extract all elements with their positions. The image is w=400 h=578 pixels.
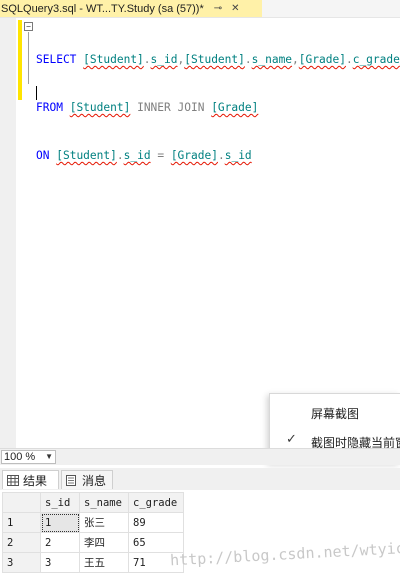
sql-identifier: s_id	[224, 149, 252, 162]
row-number[interactable]: 2	[2, 532, 41, 553]
fold-guide-line	[28, 32, 29, 84]
column-header[interactable]: c_grade	[128, 492, 184, 513]
document-tab-title: SQLQuery3.sql - WT...TY.Study (sa (57))*	[1, 2, 204, 15]
sql-operator: ,	[292, 53, 299, 66]
sql-identifier: [Student]	[83, 53, 144, 66]
sql-operator: .	[217, 149, 225, 162]
code-line-2: FROM [Student] INNER JOIN [Grade]	[36, 100, 400, 116]
zoom-bar: 100 % ▼	[0, 448, 400, 465]
sql-keyword: FROM	[36, 101, 63, 114]
grid-cell[interactable]: 3	[40, 552, 80, 573]
tab-messages-label: 消息	[82, 473, 107, 488]
sql-identifier: s_id	[123, 149, 151, 162]
toast-title: 屏幕截图	[311, 407, 360, 421]
change-indicator-bar	[18, 20, 22, 100]
message-icon	[66, 474, 78, 486]
sql-identifier: [Student]	[184, 53, 245, 66]
column-header[interactable]: s_id	[40, 492, 80, 513]
results-grid[interactable]: s_id s_name c_grade 1 1 张三 89 2 2 李四 65 …	[2, 492, 184, 573]
document-tab-bar: SQLQuery3.sql - WT...TY.Study (sa (57))*…	[0, 0, 400, 18]
tab-messages[interactable]: 消息	[61, 470, 113, 489]
grid-corner[interactable]	[2, 492, 41, 513]
table-row: 2 2 李四 65	[2, 532, 184, 553]
code-line-3: ON [Student].s_id = [Grade].s_id	[36, 148, 400, 164]
column-header[interactable]: s_name	[79, 492, 129, 513]
sql-keyword: SELECT	[36, 53, 77, 66]
checkmark-icon: ✓	[286, 432, 297, 447]
text-cursor	[36, 86, 37, 100]
tab-results-label: 结果	[23, 473, 48, 488]
sql-operator: =	[157, 149, 165, 162]
document-tab[interactable]: SQLQuery3.sql - WT...TY.Study (sa (57))*…	[0, 0, 262, 17]
sql-editor[interactable]: − SELECT [Student].s_id,[Student].s_name…	[0, 18, 400, 448]
grid-cell[interactable]: 1	[40, 512, 80, 533]
grid-cell[interactable]: 王五	[79, 552, 129, 573]
zoom-value: 100 %	[4, 451, 36, 463]
grid-cell[interactable]: 65	[128, 532, 184, 553]
grid-cell[interactable]: 2	[40, 532, 80, 553]
sql-keyword: INNER JOIN	[137, 101, 205, 114]
sql-identifier: [Student]	[56, 149, 117, 162]
grid-header-row: s_id s_name c_grade	[2, 492, 184, 513]
sql-operator: .	[143, 53, 151, 66]
sql-operator: .	[116, 149, 124, 162]
table-row: 1 1 张三 89	[2, 512, 184, 533]
sql-operator: .	[345, 53, 353, 66]
row-number[interactable]: 1	[2, 512, 41, 533]
code-line-1: SELECT [Student].s_id,[Student].s_name,[…	[36, 52, 400, 68]
zoom-select[interactable]: 100 % ▼	[1, 450, 56, 464]
code-area[interactable]: SELECT [Student].s_id,[Student].s_name,[…	[36, 20, 400, 196]
row-number[interactable]: 3	[2, 552, 41, 573]
sql-identifier: s_name	[251, 53, 293, 66]
sql-operator: .	[244, 53, 252, 66]
sql-identifier: c_grade	[352, 53, 400, 66]
chevron-down-icon: ▼	[45, 452, 53, 461]
grid-cell[interactable]: 李四	[79, 532, 129, 553]
grid-icon	[7, 474, 19, 486]
sql-identifier: s_id	[150, 53, 178, 66]
sql-keyword: ON	[36, 149, 50, 162]
pin-icon[interactable]: ⊸	[214, 3, 222, 14]
editor-gutter	[0, 18, 16, 448]
results-tab-bar: 结果 消息	[0, 468, 400, 491]
collapse-icon[interactable]: −	[24, 22, 33, 31]
sql-identifier: [Grade]	[170, 149, 218, 162]
table-row: 3 3 王五 71	[2, 552, 184, 573]
tab-results[interactable]: 结果	[2, 470, 59, 489]
sql-identifier: [Grade]	[211, 101, 259, 114]
sql-identifier: [Student]	[69, 101, 131, 114]
sql-identifier: [Grade]	[298, 53, 346, 66]
grid-cell[interactable]: 张三	[79, 512, 129, 533]
close-icon[interactable]: ✕	[231, 3, 239, 14]
grid-cell[interactable]: 89	[128, 512, 184, 533]
